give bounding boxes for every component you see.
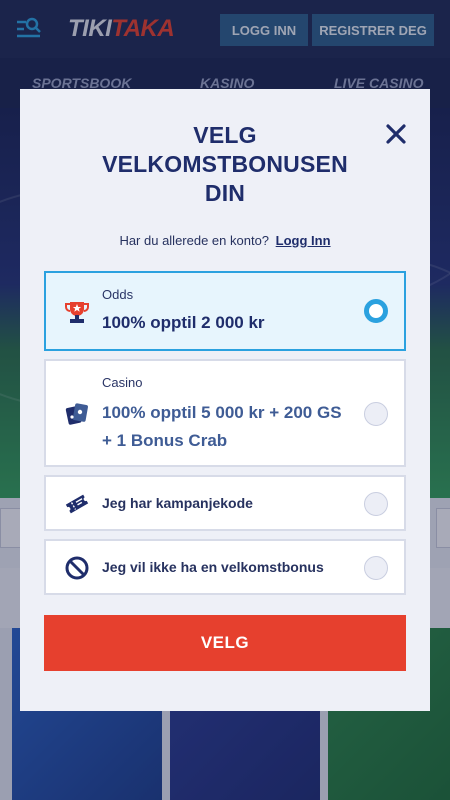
login-prompt-text: Har du allerede en konto?	[119, 233, 270, 248]
radio-no-bonus[interactable]	[364, 556, 388, 580]
option-text-campaign-code: Jeg har kampanjekode	[102, 495, 253, 511]
title-line-3: DIN	[204, 180, 246, 206]
option-category-casino: Casino	[102, 375, 143, 390]
radio-casino[interactable]	[364, 402, 388, 426]
bonus-option-casino[interactable]: Casino 100% opptil 5 000 kr + 200 GS + 1…	[44, 359, 406, 467]
title-line-2: VELKOMSTBONUSEN	[102, 151, 348, 177]
login-prompt: Har du allerede en konto? Logg Inn	[20, 233, 430, 248]
welcome-bonus-modal: VELG VELKOMSTBONUSEN DIN Har du allerede…	[20, 89, 430, 711]
trophy-icon	[64, 299, 90, 325]
title-line-1: VELG	[193, 122, 257, 148]
select-bonus-button[interactable]: VELG	[44, 615, 406, 671]
option-text-no-bonus: Jeg vil ikke ha en velkomstbonus	[102, 559, 324, 575]
modal-title: VELG VELKOMSTBONUSEN DIN	[80, 121, 370, 208]
option-text-odds: 100% opptil 2 000 kr	[102, 313, 265, 332]
no-sign-icon	[64, 555, 90, 581]
cards-icon	[64, 401, 90, 427]
bonus-option-campaign-code[interactable]: Jeg har kampanjekode	[44, 475, 406, 531]
radio-campaign-code[interactable]	[364, 492, 388, 516]
login-link[interactable]: Logg Inn	[276, 233, 331, 248]
bonus-option-odds[interactable]: Odds 100% opptil 2 000 kr	[44, 271, 406, 351]
option-text-casino-line2: + 1 Bonus Crab	[102, 431, 228, 450]
bonus-option-no-bonus[interactable]: Jeg vil ikke ha en velkomstbonus	[44, 539, 406, 595]
ticket-icon	[64, 491, 90, 517]
option-category-odds: Odds	[102, 287, 134, 302]
option-text-casino-line1: 100% opptil 5 000 kr + 200 GS	[102, 403, 342, 422]
radio-odds[interactable]	[364, 299, 388, 323]
close-icon[interactable]	[384, 122, 408, 146]
